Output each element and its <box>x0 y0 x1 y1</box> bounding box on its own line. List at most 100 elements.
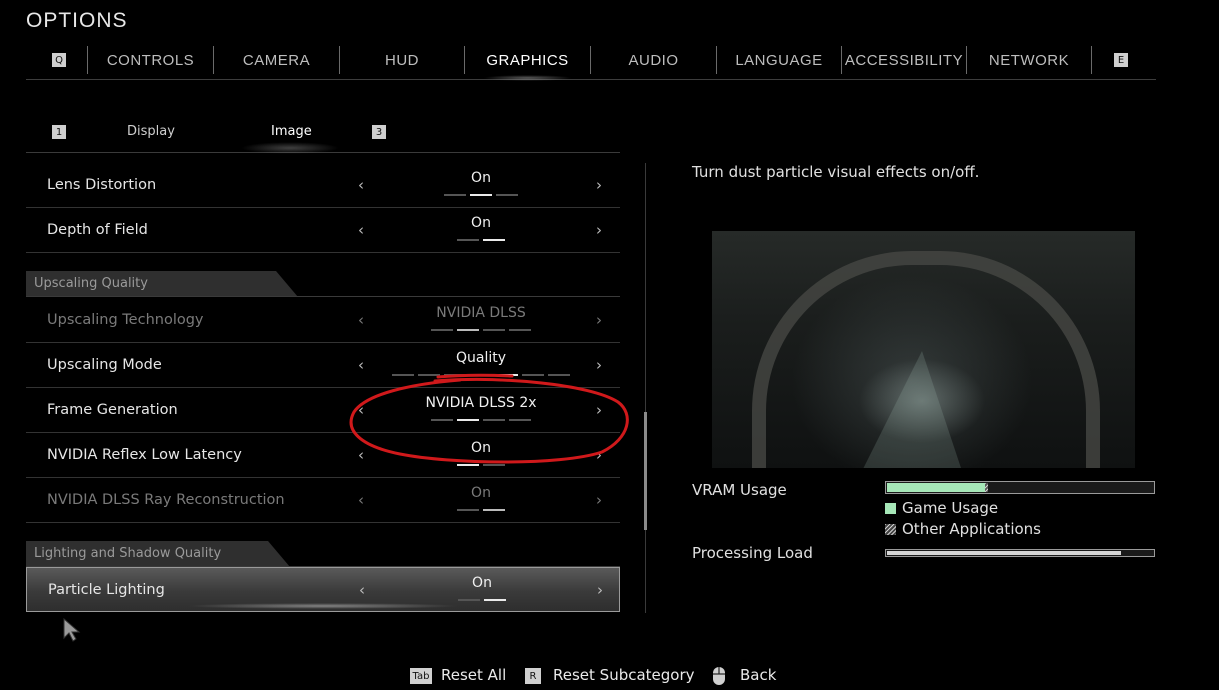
vram-game-fill <box>887 483 985 492</box>
footer-bar: Tab Reset All R Reset Subcategory Back <box>0 664 1219 688</box>
next-tab-key[interactable]: E <box>1114 53 1128 67</box>
panel-divider <box>645 163 646 613</box>
option-dot <box>457 239 479 241</box>
mouse-icon <box>713 667 725 685</box>
processing-load-label: Processing Load <box>692 544 813 562</box>
tab-separator <box>1091 46 1092 74</box>
scrollbar-thumb[interactable] <box>644 412 647 530</box>
option-indicator <box>26 509 620 512</box>
vram-label: VRAM Usage <box>692 481 787 499</box>
setting-label: Upscaling Mode <box>47 357 162 373</box>
subtab-active-glow <box>241 142 339 154</box>
legend-label: Other Applications <box>902 520 1041 538</box>
preview-light-beam <box>862 351 962 468</box>
tab-accessibility[interactable]: ACCESSIBILITY <box>842 44 966 77</box>
option-indicator <box>26 329 620 332</box>
chevron-left-icon[interactable]: ‹ <box>358 221 364 239</box>
legend-swatch-other <box>885 524 896 535</box>
prev-tab-key[interactable]: Q <box>52 53 66 67</box>
section-title: Lighting and Shadow Quality <box>34 546 222 561</box>
prev-subtab-key[interactable]: 1 <box>52 125 66 139</box>
chevron-left-icon: ‹ <box>358 311 364 329</box>
chevron-left-icon[interactable]: ‹ <box>359 581 365 599</box>
legend-swatch-game <box>885 503 896 514</box>
chevron-right-icon[interactable]: › <box>596 221 602 239</box>
setting-label: Depth of Field <box>47 222 148 238</box>
option-dot <box>496 194 518 196</box>
option-dot <box>470 194 492 196</box>
setting-label: Lens Distortion <box>47 177 157 193</box>
tab-language[interactable]: LANGUAGE <box>717 44 841 77</box>
section-header-slant <box>268 541 290 567</box>
chevron-right-icon: › <box>596 311 602 329</box>
setting-value: On <box>472 575 492 591</box>
setting-value: NVIDIA DLSS <box>436 305 526 321</box>
tab-graphics[interactable]: GRAPHICS <box>465 44 590 81</box>
chevron-left-icon: ‹ <box>358 491 364 509</box>
processing-load-bar <box>885 549 1155 557</box>
option-dot <box>483 509 505 511</box>
legend-other-applications: Other Applications <box>885 520 1041 538</box>
setting-label: Upscaling Technology <box>47 312 204 328</box>
section-header-upscaling: Upscaling Quality <box>26 271 620 297</box>
setting-particle-lighting[interactable]: Particle Lighting ‹ On › <box>26 567 620 612</box>
setting-lens-distortion[interactable]: Lens Distortion ‹ On › <box>26 163 620 208</box>
option-dot <box>431 329 453 331</box>
subtab-display[interactable]: Display <box>127 124 175 139</box>
section-header-slant <box>276 271 298 297</box>
annotation-circle <box>349 373 629 464</box>
setting-value: On <box>471 485 491 501</box>
reset-all-key: Tab <box>410 668 432 684</box>
tab-controls[interactable]: CONTROLS <box>88 44 213 77</box>
setting-value: Quality <box>455 350 507 366</box>
legend-game-usage: Game Usage <box>885 499 998 517</box>
option-dot <box>483 329 505 331</box>
option-dot <box>484 599 506 601</box>
category-tabs: Q CONTROLS CAMERA HUD GRAPHICS AUDIO LAN… <box>26 44 1156 81</box>
tab-hud[interactable]: HUD <box>340 44 464 77</box>
chevron-right-icon[interactable]: › <box>597 581 603 599</box>
setting-label: Particle Lighting <box>48 582 165 598</box>
next-subtab-key[interactable]: 3 <box>372 125 386 139</box>
tab-network[interactable]: NETWORK <box>967 44 1091 77</box>
chevron-left-icon[interactable]: ‹ <box>358 176 364 194</box>
setting-label: NVIDIA DLSS Ray Reconstruction <box>47 492 285 508</box>
back-button[interactable]: Back <box>740 666 776 684</box>
option-dot <box>444 194 466 196</box>
processing-load-fill <box>887 551 1121 555</box>
vram-other-fill <box>985 483 988 492</box>
section-header-lighting: Lighting and Shadow Quality <box>26 541 620 567</box>
option-dot <box>457 509 479 511</box>
setting-depth-of-field[interactable]: Depth of Field ‹ On › <box>26 208 620 253</box>
option-dot <box>457 329 479 331</box>
reset-subcategory-key: R <box>525 668 541 684</box>
reset-subcategory-button[interactable]: Reset Subcategory <box>553 666 695 684</box>
chevron-right-icon: › <box>596 491 602 509</box>
setting-label: NVIDIA Reflex Low Latency <box>47 447 242 463</box>
setting-dlss-ray-reconstruction: NVIDIA DLSS Ray Reconstruction ‹ On › <box>26 478 620 523</box>
subtab-image[interactable]: Image <box>271 124 312 139</box>
subcategory-tabs: 1 Display Image 3 <box>26 122 620 154</box>
tab-audio[interactable]: AUDIO <box>591 44 716 77</box>
option-dot <box>458 599 480 601</box>
section-title: Upscaling Quality <box>34 276 148 291</box>
setting-upscaling-technology: Upscaling Technology ‹ NVIDIA DLSS › <box>26 298 620 343</box>
page-title: OPTIONS <box>26 9 128 32</box>
preview-image <box>712 231 1135 468</box>
vram-usage-bar <box>885 481 1155 494</box>
tab-camera[interactable]: CAMERA <box>214 44 339 77</box>
setting-value: On <box>471 215 491 231</box>
mouse-cursor-icon <box>63 618 81 642</box>
setting-description: Turn dust particle visual effects on/off… <box>692 163 980 181</box>
option-indicator <box>26 194 620 197</box>
option-indicator <box>26 239 620 242</box>
setting-value: On <box>471 170 491 186</box>
chevron-right-icon[interactable]: › <box>596 176 602 194</box>
reset-all-button[interactable]: Reset All <box>441 666 506 684</box>
option-dot <box>483 239 505 241</box>
setting-label: Frame Generation <box>47 402 178 418</box>
option-dot <box>509 329 531 331</box>
divider <box>26 296 620 297</box>
legend-label: Game Usage <box>902 499 999 517</box>
option-indicator <box>27 599 621 602</box>
